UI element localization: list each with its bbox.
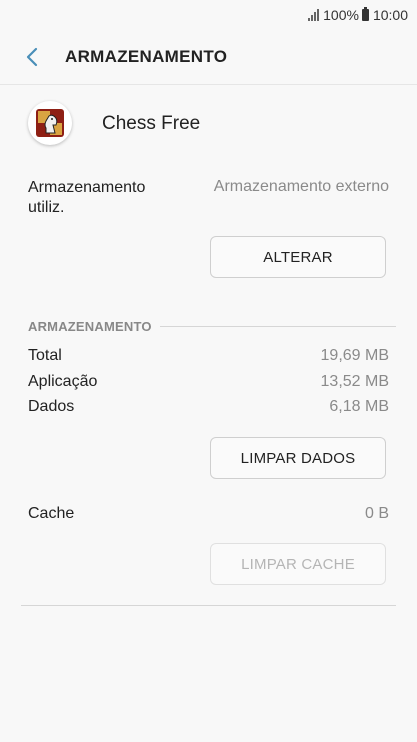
page-title: ARMAZENAMENTO xyxy=(65,47,228,66)
change-storage-button[interactable]: ALTERAR xyxy=(210,236,386,278)
application-label: Aplicação xyxy=(28,373,98,390)
data-label: Dados xyxy=(28,398,75,415)
clear-data-button[interactable]: LIMPAR DADOS xyxy=(210,437,386,479)
cache-label: Cache xyxy=(28,505,75,522)
cache-value: 0 B xyxy=(364,505,389,522)
storage-used-label: Armazenamento utiliz. xyxy=(28,179,146,216)
app-name: Chess Free xyxy=(102,113,201,134)
section-divider xyxy=(159,326,396,327)
battery-icon xyxy=(361,7,369,21)
status-bar: 100% 10:00 xyxy=(0,0,417,30)
signal-icon xyxy=(308,9,320,21)
header-divider xyxy=(0,84,417,85)
clock: 10:00 xyxy=(372,7,408,23)
application-value: 13,52 MB xyxy=(320,373,389,390)
clear-cache-button[interactable]: LIMPAR CACHE xyxy=(210,543,386,585)
section-title: ARMAZENAMENTO xyxy=(28,319,152,334)
bottom-divider xyxy=(21,605,396,606)
chess-app-icon xyxy=(28,101,72,145)
app-info: Chess Free xyxy=(28,101,200,145)
battery-percent: 100% xyxy=(323,7,359,23)
back-arrow-icon[interactable] xyxy=(22,46,42,68)
storage-section-header: ARMAZENAMENTO xyxy=(28,319,396,334)
total-label: Total xyxy=(28,347,62,364)
storage-used-value: Armazenamento externo xyxy=(213,178,389,195)
total-value: 19,69 MB xyxy=(320,347,389,364)
data-value: 6,18 MB xyxy=(329,398,389,415)
app-bar: ARMAZENAMENTO xyxy=(0,30,417,84)
